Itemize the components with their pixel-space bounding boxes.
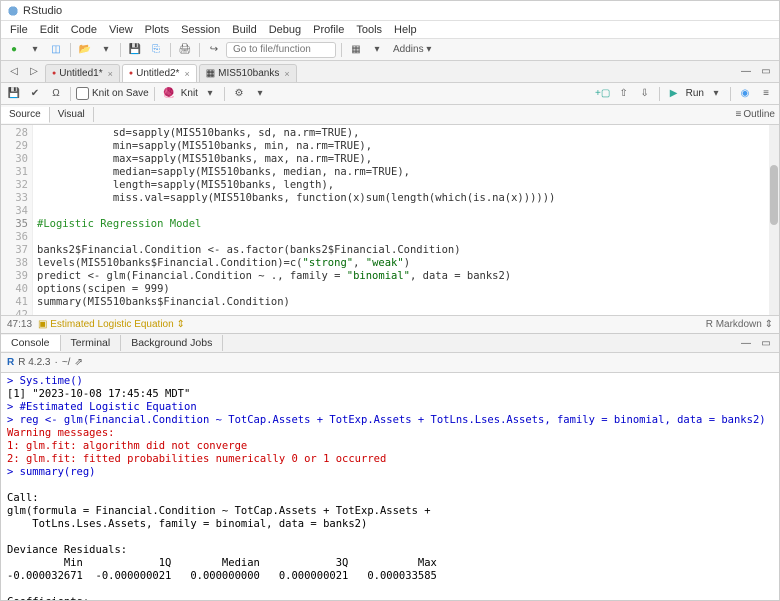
- run-dropdown[interactable]: ▾: [707, 85, 725, 103]
- console-output[interactable]: > Sys.time()[1] "2023-10-08 17:45:45 MDT…: [1, 373, 779, 600]
- code-editor[interactable]: 2829303132333435363738394041424344454647…: [1, 125, 779, 315]
- minimize-console-button[interactable]: —: [737, 334, 755, 352]
- goto-file-input[interactable]: [226, 42, 336, 58]
- gear-icon[interactable]: ⚙: [230, 85, 248, 103]
- find-button[interactable]: Ω: [47, 85, 65, 103]
- wd-popout-icon[interactable]: ⇗: [74, 357, 82, 368]
- document-tabs: ◁ ▷ ● Untitled1* × ● Untitled2* × ▦ MIS5…: [1, 61, 779, 83]
- maximize-console-button[interactable]: ▭: [757, 334, 775, 352]
- menu-code[interactable]: Code: [66, 24, 102, 36]
- grid-button[interactable]: ▦: [347, 41, 365, 59]
- menu-profile[interactable]: Profile: [308, 24, 349, 36]
- console-toolbar: R R 4.2.3 · ~/ ⇗: [1, 353, 779, 373]
- tab-nav-back[interactable]: ◁: [5, 63, 23, 81]
- new-project-button[interactable]: ◫: [47, 41, 65, 59]
- knit-dropdown[interactable]: ▾: [201, 85, 219, 103]
- chunk-breadcrumb[interactable]: ▣ Estimated Logistic Equation ⇕: [38, 319, 185, 330]
- goto-prompt-icon: ↪: [205, 41, 223, 59]
- menu-help[interactable]: Help: [389, 24, 422, 36]
- visual-mode-tab[interactable]: Visual: [50, 107, 94, 122]
- window-title: RStudio: [23, 5, 62, 17]
- new-file-dropdown[interactable]: ▾: [26, 41, 44, 59]
- menu-view[interactable]: View: [104, 24, 138, 36]
- close-icon[interactable]: ×: [284, 69, 289, 79]
- cursor-position: 47:13: [7, 319, 32, 330]
- outline-label[interactable]: Outline: [743, 109, 775, 120]
- dirty-dot-icon: ●: [52, 70, 56, 77]
- tab-background-jobs[interactable]: Background Jobs: [121, 335, 223, 351]
- grid-dropdown[interactable]: ▾: [368, 41, 386, 59]
- dirty-dot-icon: ●: [129, 70, 133, 77]
- run-icon: ▶: [665, 85, 683, 103]
- editor-scrollbar[interactable]: [770, 165, 778, 225]
- run-button[interactable]: Run: [686, 88, 704, 99]
- minimize-pane-button[interactable]: —: [737, 63, 755, 81]
- addins-menu[interactable]: Addins ▾: [389, 44, 435, 55]
- nav-up-button[interactable]: ⇧: [615, 85, 633, 103]
- close-icon[interactable]: ×: [184, 69, 189, 79]
- console-pane-tabs: Console Terminal Background Jobs — ▭: [1, 333, 779, 353]
- gear-dropdown[interactable]: ▾: [251, 85, 269, 103]
- menu-build[interactable]: Build: [227, 24, 261, 36]
- editor-toolbar: 💾 ✔ Ω Knit on Save 🧶 Knit ▾ ⚙ ▾ +▢ ⇧ ⇩ ▶…: [1, 83, 779, 105]
- save-all-button[interactable]: ⎘: [147, 41, 165, 59]
- filetype-label[interactable]: R Markdown ⇕: [706, 319, 773, 330]
- menu-file[interactable]: File: [5, 24, 33, 36]
- knit-button[interactable]: Knit: [181, 88, 198, 99]
- menu-tools[interactable]: Tools: [351, 24, 387, 36]
- nav-down-button[interactable]: ⇩: [636, 85, 654, 103]
- editor-statusline: 47:13 ▣ Estimated Logistic Equation ⇕ R …: [1, 315, 779, 333]
- maximize-pane-button[interactable]: ▭: [757, 63, 775, 81]
- line-gutter: 2829303132333435363738394041424344454647: [1, 125, 33, 315]
- tab-untitled2[interactable]: ● Untitled2* ×: [122, 64, 197, 82]
- more-button[interactable]: ≡: [757, 85, 775, 103]
- publish-button[interactable]: ◉: [736, 85, 754, 103]
- knit-on-save-checkbox[interactable]: [76, 87, 89, 100]
- knit-icon: 🧶: [160, 85, 178, 103]
- open-dropdown[interactable]: ▾: [97, 41, 115, 59]
- working-dir[interactable]: ~/: [62, 357, 71, 368]
- open-file-button[interactable]: 📂: [76, 41, 94, 59]
- save-doc-button[interactable]: 💾: [5, 85, 23, 103]
- spellcheck-button[interactable]: ✔: [26, 85, 44, 103]
- tab-nav-fwd[interactable]: ▷: [25, 63, 43, 81]
- r-version-label[interactable]: R 4.2.3: [18, 357, 50, 368]
- menu-debug[interactable]: Debug: [264, 24, 306, 36]
- titlebar: RStudio: [1, 1, 779, 21]
- tab-mis510banks[interactable]: ▦ MIS510banks ×: [199, 64, 297, 82]
- table-icon: ▦: [206, 68, 215, 79]
- menu-edit[interactable]: Edit: [35, 24, 64, 36]
- outline-toggle-icon[interactable]: ≡: [735, 109, 741, 120]
- r-logo-icon: R: [7, 357, 14, 368]
- tab-console[interactable]: Console: [1, 335, 61, 351]
- print-button[interactable]: 🖨: [176, 41, 194, 59]
- new-file-button[interactable]: ●: [5, 41, 23, 59]
- insert-chunk-button[interactable]: +▢: [594, 85, 612, 103]
- knit-on-save-label: Knit on Save: [92, 88, 149, 99]
- save-button[interactable]: 💾: [126, 41, 144, 59]
- tab-terminal[interactable]: Terminal: [61, 335, 122, 351]
- menubar: File Edit Code View Plots Session Build …: [1, 21, 779, 39]
- tab-untitled1[interactable]: ● Untitled1* ×: [45, 64, 120, 82]
- rstudio-logo-icon: [7, 5, 19, 17]
- menu-plots[interactable]: Plots: [140, 24, 174, 36]
- source-mode-tab[interactable]: Source: [1, 107, 50, 123]
- close-icon[interactable]: ×: [108, 69, 113, 79]
- source-visual-toggle: Source Visual ≡ Outline: [1, 105, 779, 125]
- menu-session[interactable]: Session: [176, 24, 225, 36]
- main-toolbar: ● ▾ ◫ 📂 ▾ 💾 ⎘ 🖨 ↪ ▦ ▾ Addins ▾: [1, 39, 779, 61]
